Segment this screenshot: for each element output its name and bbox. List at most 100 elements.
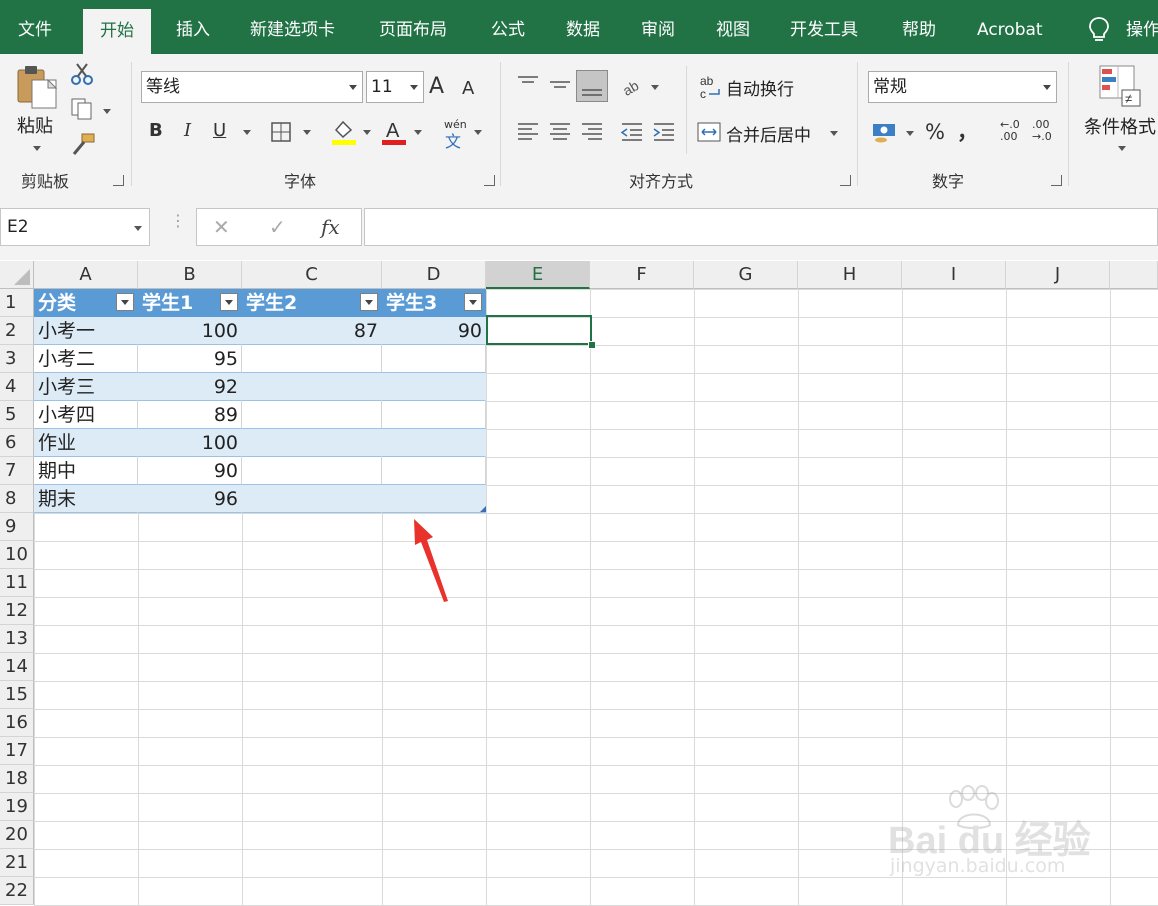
phonetic-dropdown-icon[interactable] [474,130,482,135]
clipboard-launcher-icon[interactable] [113,175,124,186]
row-header-20[interactable]: 20 [0,821,34,849]
align-middle-icon[interactable] [548,74,572,94]
table-cell[interactable]: 小考三 [34,373,138,401]
name-box-dropdown-icon[interactable] [134,226,142,231]
row-header-17[interactable]: 17 [0,737,34,765]
table-cell[interactable]: 100 [138,317,242,345]
conditional-formatting-icon[interactable]: ≠ [1098,64,1144,110]
column-header-b[interactable]: B [138,261,242,289]
row-header-18[interactable]: 18 [0,765,34,793]
shrink-font-button[interactable]: A [462,78,474,99]
font-name-combo[interactable]: 等线 [141,71,363,103]
row-header-2[interactable]: 2 [0,317,34,345]
table-cell[interactable]: 90 [138,457,242,485]
column-header-f[interactable]: F [590,261,694,289]
tab-insert[interactable]: 插入 [176,0,210,54]
tab-data[interactable]: 数据 [566,0,600,54]
table-cell[interactable] [382,429,486,457]
table-header-cell[interactable]: 分类 [34,289,138,317]
table-cell[interactable] [382,373,486,401]
tab-view[interactable]: 视图 [716,0,750,54]
table-cell[interactable] [242,345,382,373]
copy-dropdown-icon[interactable] [103,109,111,114]
table-cell[interactable] [242,457,382,485]
name-box[interactable]: E2 [0,208,150,246]
italic-button[interactable]: I [184,120,191,141]
table-cell[interactable] [382,401,486,429]
table-cell[interactable]: 小考四 [34,401,138,429]
cancel-icon[interactable]: ✕ [213,215,230,239]
table-cell[interactable]: 小考一 [34,317,138,345]
align-right-icon[interactable] [580,121,604,143]
paste-icon[interactable] [16,62,62,110]
row-header-7[interactable]: 7 [0,457,34,485]
align-left-icon[interactable] [516,121,540,143]
cut-icon[interactable] [70,62,94,86]
underline-button[interactable]: U [213,120,226,141]
decrease-indent-icon[interactable] [620,121,644,143]
lightbulb-icon[interactable] [1088,16,1110,44]
table-header-cell[interactable]: 学生2 [242,289,382,317]
row-header-6[interactable]: 6 [0,429,34,457]
underline-dropdown-icon[interactable] [243,130,251,135]
paste-dropdown-icon[interactable] [33,146,41,151]
tab-formulas[interactable]: 公式 [491,0,525,54]
orientation-dropdown-icon[interactable] [651,85,659,90]
row-header-14[interactable]: 14 [0,653,34,681]
font-color-icon[interactable]: A [380,118,408,146]
select-all-corner[interactable] [0,261,34,289]
merge-center-icon[interactable] [697,121,721,143]
table-cell[interactable] [242,429,382,457]
tab-developer[interactable]: 开发工具 [790,0,858,54]
row-header-10[interactable]: 10 [0,541,34,569]
table-header-cell[interactable]: 学生3 [382,289,486,317]
tab-new-tab[interactable]: 新建选项卡 [250,0,335,54]
table-cell[interactable] [382,457,486,485]
table-cell[interactable] [382,345,486,373]
table-cell[interactable]: 92 [138,373,242,401]
column-header-i[interactable]: I [902,261,1006,289]
row-header-8[interactable]: 8 [0,485,34,513]
conditional-formatting-dropdown-icon[interactable] [1118,146,1126,151]
tab-help[interactable]: 帮助 [902,0,936,54]
tab-acrobat[interactable]: Acrobat [977,0,1043,54]
font-size-combo[interactable]: 11 [366,71,424,103]
accounting-dropdown-icon[interactable] [906,131,914,136]
table-cell[interactable]: 100 [138,429,242,457]
conditional-formatting-button[interactable]: 条件格式 [1084,113,1156,139]
table-header-cell[interactable]: 学生1 [138,289,242,317]
row-header-12[interactable]: 12 [0,597,34,625]
align-bottom-button[interactable] [576,70,608,102]
wrap-text-button[interactable]: 自动换行 [726,75,794,100]
table-cell[interactable] [242,401,382,429]
row-header-19[interactable]: 19 [0,793,34,821]
tab-home[interactable]: 开始 [83,9,151,54]
align-top-icon[interactable] [516,74,540,94]
decrease-decimal-button[interactable]: .00 →.0 [1032,119,1052,143]
formula-input[interactable] [364,208,1158,246]
filter-dropdown-icon[interactable] [464,293,482,311]
row-header-22[interactable]: 22 [0,877,34,905]
enter-icon[interactable]: ✓ [269,215,286,239]
comma-style-button[interactable]: ， [957,116,978,146]
table-cell[interactable]: 96 [138,485,242,513]
table-resize-handle-icon[interactable] [479,505,487,513]
table-cell[interactable]: 小考二 [34,345,138,373]
table-cell[interactable]: 87 [242,317,382,345]
table-cell[interactable]: 作业 [34,429,138,457]
row-header-5[interactable]: 5 [0,401,34,429]
merge-dropdown-icon[interactable] [830,131,838,136]
fill-color-dropdown-icon[interactable] [363,130,371,135]
bold-button[interactable]: B [149,120,163,141]
increase-indent-icon[interactable] [652,121,676,143]
column-header-h[interactable]: H [798,261,902,289]
column-header-k[interactable] [1110,261,1158,289]
borders-icon[interactable] [270,121,292,143]
row-header-1[interactable]: 1 [0,289,34,317]
table-cell[interactable] [242,485,382,513]
column-header-d[interactable]: D [382,261,486,289]
active-cell-border[interactable] [486,315,592,345]
column-header-e[interactable]: E [486,261,590,289]
alignment-launcher-icon[interactable] [840,175,851,186]
percent-style-button[interactable]: % [925,120,945,144]
